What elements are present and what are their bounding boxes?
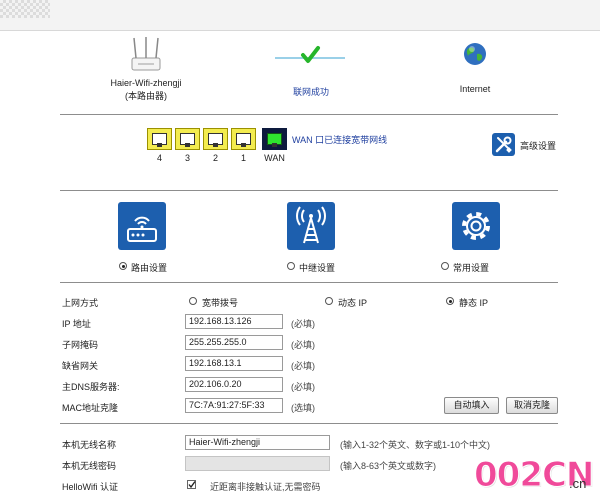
divider: [60, 190, 558, 191]
option-label-pppoe[interactable]: 宽带拨号: [202, 296, 238, 309]
gateway-input[interactable]: 192.168.13.1: [185, 356, 283, 371]
mode-label-common[interactable]: 常用设置: [453, 261, 489, 274]
hellowifi-description: 近距离非接触认证,无需密码: [210, 482, 321, 492]
wireless-name-hint: (输入1-32个英文、数字或1-10个中文): [340, 440, 491, 450]
check-icon: [188, 481, 196, 489]
mode-radio-router[interactable]: [119, 262, 127, 270]
mode-radio-repeater[interactable]: [287, 262, 295, 270]
option-radio-pppoe[interactable]: [189, 297, 197, 305]
port-number: 2: [212, 153, 218, 163]
mac-clone-input[interactable]: 7C:7A:91:27:5F:33: [185, 398, 283, 413]
watermark-suffix: .cn: [569, 476, 587, 491]
wireless-password-hint: (输入8-63个英文或数字): [340, 461, 437, 471]
lan-port-1: [231, 128, 256, 150]
wan-port-label: WAN: [264, 153, 285, 163]
connection-check-icon: [275, 46, 345, 63]
advanced-settings-link[interactable]: 高级设置: [520, 139, 556, 152]
router-name: Haier-Wifi-zhengji: [110, 78, 182, 88]
mode-label-repeater[interactable]: 中继设置: [299, 261, 335, 274]
lan-port-3: [175, 128, 200, 150]
field-label: 子网掩码: [62, 340, 99, 350]
port-number: 1: [240, 153, 246, 163]
repeater-mode-icon[interactable]: [287, 202, 335, 250]
divider: [60, 282, 558, 283]
divider: [60, 114, 558, 115]
wireless-name-label: 本机无线名称: [62, 440, 117, 450]
globe-icon: [464, 43, 486, 65]
field-hint: (必填): [291, 382, 315, 392]
wan-port: [262, 128, 287, 150]
connection-type-label: 上网方式: [62, 298, 99, 308]
port-number: 3: [184, 153, 190, 163]
option-label-dhcp[interactable]: 动态 IP: [338, 296, 367, 309]
hellowifi-label: HelloWifi 认证: [62, 482, 119, 492]
divider: [60, 423, 558, 424]
ip-address-input[interactable]: 192.168.13.126: [185, 314, 283, 329]
common-settings-icon[interactable]: [452, 202, 500, 250]
mode-radio-common[interactable]: [441, 262, 449, 270]
tools-icon[interactable]: [492, 133, 515, 156]
port-number: 4: [156, 153, 162, 163]
field-label: IP 地址: [62, 319, 91, 329]
wireless-name-input[interactable]: Haier-Wifi-zhengji: [185, 435, 330, 450]
field-hint: (选填): [291, 403, 315, 413]
auto-fill-button[interactable]: 自动填入: [444, 397, 499, 414]
lan-port-2: [203, 128, 228, 150]
subnet-mask-input[interactable]: 255.255.255.0: [185, 335, 283, 350]
lan-port-4: [147, 128, 172, 150]
option-radio-dhcp[interactable]: [325, 297, 333, 305]
mode-label-router[interactable]: 路由设置: [131, 261, 167, 274]
internet-label: Internet: [459, 84, 491, 94]
top-banner: [0, 0, 600, 31]
option-radio-static[interactable]: [446, 297, 454, 305]
field-hint: (必填): [291, 319, 315, 329]
router-mode-icon[interactable]: [118, 202, 166, 250]
hellowifi-checkbox[interactable]: [187, 480, 196, 489]
option-label-static[interactable]: 静态 IP: [459, 296, 488, 309]
field-hint: (必填): [291, 361, 315, 371]
router-icon: [131, 37, 161, 71]
primary-dns-input[interactable]: 202.106.0.20: [185, 377, 283, 392]
field-hint: (必填): [291, 340, 315, 350]
field-label: MAC地址克隆: [62, 403, 118, 413]
banner-pattern: [0, 0, 50, 18]
connection-status: 联网成功: [292, 87, 329, 97]
field-label: 缺省网关: [62, 361, 99, 371]
wan-status-message: WAN 口已连接宽带网线: [292, 135, 388, 145]
router-subtitle: (本路由器): [125, 91, 167, 101]
wireless-password-label: 本机无线密码: [62, 461, 117, 471]
cancel-clone-button[interactable]: 取消克隆: [506, 397, 558, 414]
wireless-password-input[interactable]: [185, 456, 330, 471]
field-label: 主DNS服务器:: [62, 382, 120, 392]
